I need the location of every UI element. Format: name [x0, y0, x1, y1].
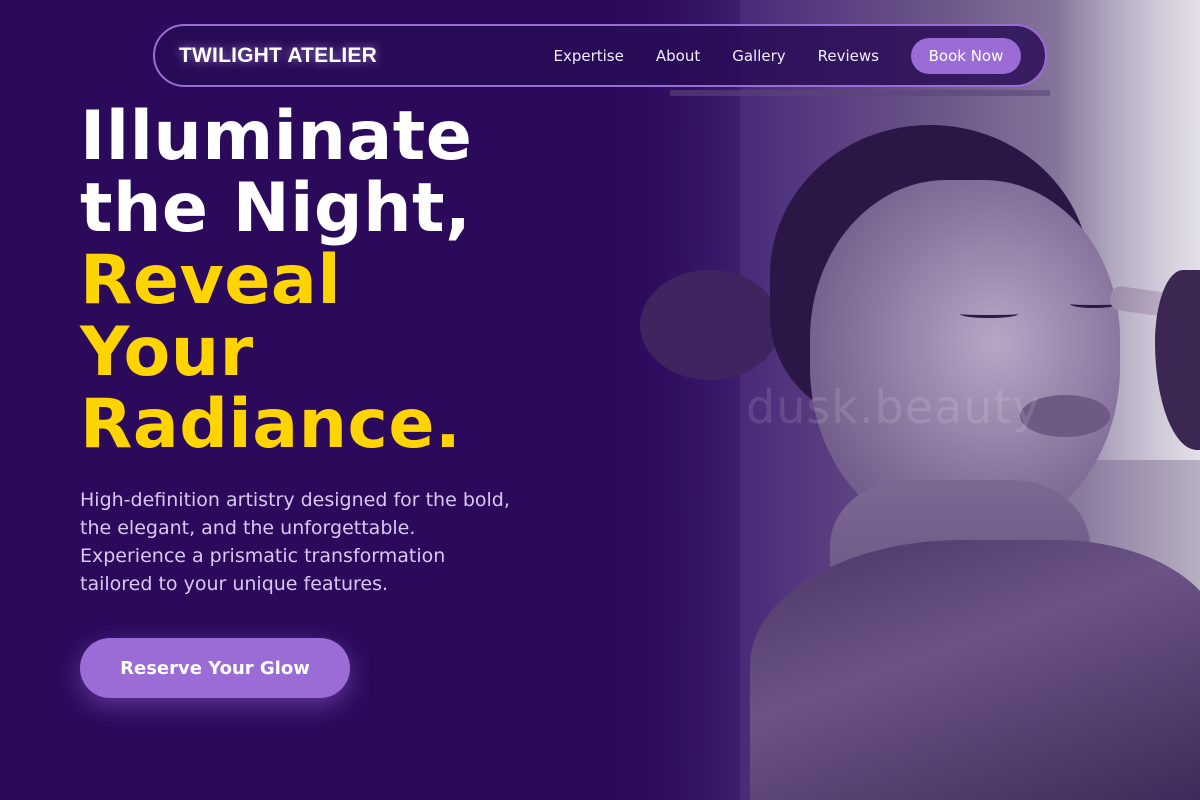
reserve-glow-button[interactable]: Reserve Your Glow — [80, 638, 350, 698]
headline-line-2: the Night, — [80, 169, 472, 248]
headline-line-1: Illuminate — [80, 97, 473, 176]
headline-line-3: Reveal — [80, 241, 342, 320]
brand-logo[interactable]: TWILIGHT ATELIER — [179, 44, 377, 68]
nav-links: Expertise About Gallery Reviews Book Now — [553, 37, 1021, 74]
top-nav: TWILIGHT ATELIER Expertise About Gallery… — [153, 24, 1047, 87]
nav-link-expertise[interactable]: Expertise — [553, 47, 623, 65]
hero-headline: Illuminate the Night, Reveal Your Radian… — [80, 101, 472, 461]
headline-line-5: Radiance. — [80, 385, 462, 464]
nav-link-about[interactable]: About — [656, 47, 700, 65]
nav-link-gallery[interactable]: Gallery — [732, 47, 785, 65]
book-now-button[interactable]: Book Now — [911, 37, 1021, 74]
nav-link-reviews[interactable]: Reviews — [818, 47, 879, 65]
photo-watermark: dusk.beauty — [746, 380, 1041, 434]
hero-subtext: High-definition artistry designed for th… — [80, 489, 510, 595]
headline-line-4: Your — [80, 313, 254, 392]
